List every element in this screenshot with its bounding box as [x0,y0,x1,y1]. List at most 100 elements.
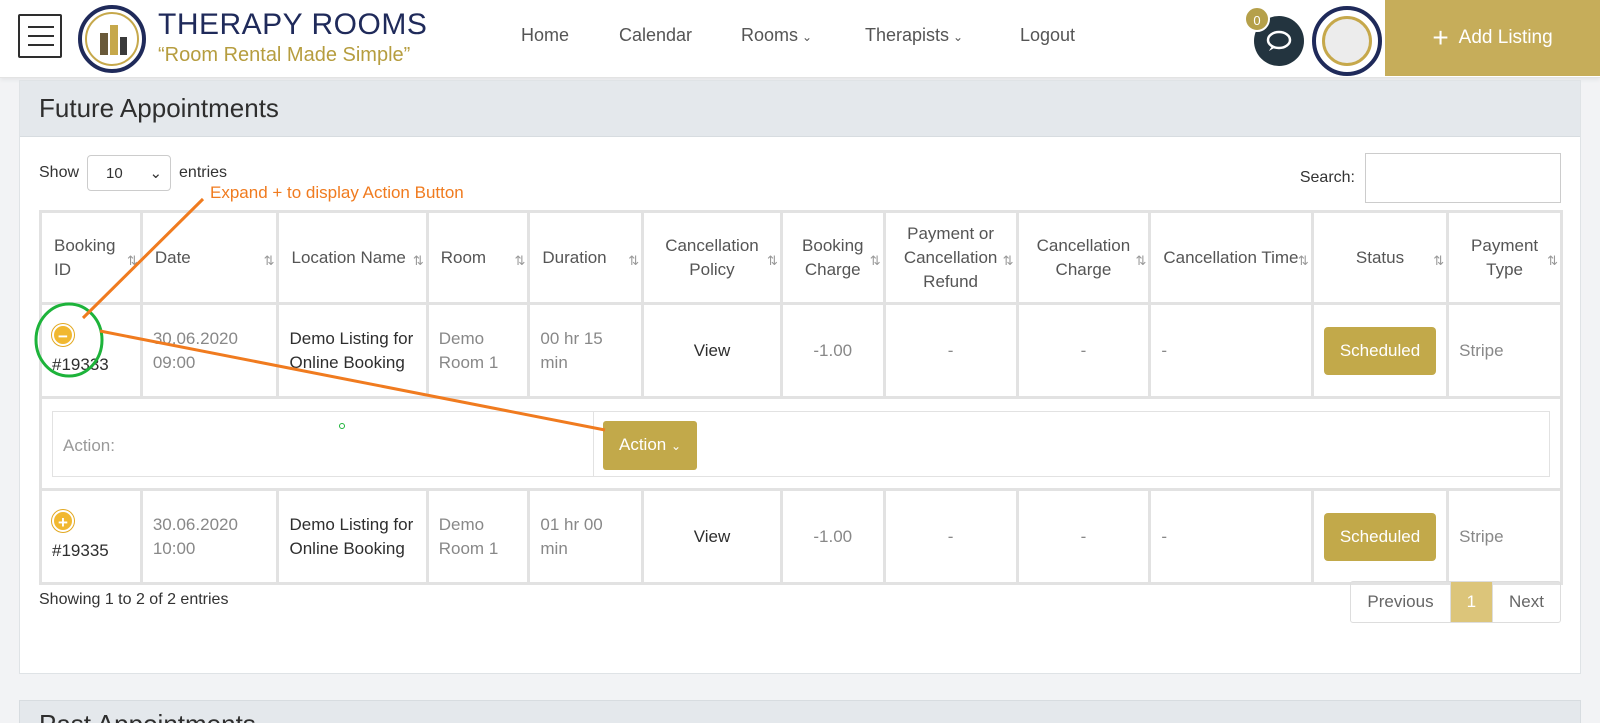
cancel-charge-cell: - [1015,302,1152,399]
brand-title: THERAPY ROOMS [158,8,428,41]
chevron-down-icon: ⌄ [802,30,813,44]
nav-rooms-label: Rooms [741,25,799,45]
cancel-time-cell: - [1148,302,1314,399]
col-refund[interactable]: Payment or Cancellation Refund ⇅ [882,210,1019,305]
nav-therapists-label: Therapists [865,25,950,45]
sort-icon: ⇅ [412,253,424,268]
policy-view-link[interactable]: View [641,488,783,585]
room-cell: Demo Room 1 [425,488,531,585]
chat-badge: 0 [1244,6,1270,32]
col-status[interactable]: Status ⇅ [1310,210,1450,305]
card-title: Future Appointments [20,81,1580,137]
duration-cell: 00 hr 15 min [527,302,645,399]
nav-home[interactable]: Home [521,25,569,46]
status-cell: Scheduled [1310,488,1450,585]
sort-icon: ⇅ [263,253,275,268]
sort-icon: ⇅ [514,253,525,268]
sort-icon: ⇅ [766,253,778,268]
refund-cell: - [882,488,1019,585]
sort-icon: ⇅ [869,253,881,268]
location-cell: Demo Listing for Online Booking [276,488,429,585]
charge-cell: -1.00 [779,488,886,585]
sort-icon: ⇅ [1002,253,1014,268]
chevron-down-icon: ⌄ [149,165,163,182]
sort-icon: ⇅ [126,253,138,268]
refund-cell: - [882,302,1019,399]
status-cell: Scheduled [1310,302,1450,399]
annotation-text: Expand + to display Action Button [210,183,464,202]
collapse-row-icon[interactable]: − [52,324,74,346]
nav-logout[interactable]: Logout [1020,25,1075,46]
table-row: + #19335 30.06.2020 10:00 Demo Listing f… [39,488,1563,585]
booking-id: #19335 [52,541,109,560]
sort-icon: ⇅ [1135,253,1146,268]
col-payment-type[interactable]: Payment Type ⇅ [1446,210,1563,305]
nav-rooms[interactable]: Rooms ⌄ [741,25,812,46]
booking-id-cell: − #19333 [39,302,143,399]
nav-therapists[interactable]: Therapists ⌄ [865,25,963,46]
chevron-down-icon: ⌄ [953,30,964,44]
col-cancellation-time[interactable]: Cancellation Time ⇅ [1148,210,1314,305]
col-location[interactable]: Location Name ⇅ [276,210,429,305]
future-appointments-card: Future Appointments Show 10 ⌄ entries Se… [19,80,1581,674]
sort-icon: ⇅ [1547,253,1558,268]
payment-cell: Stripe [1446,302,1563,399]
appointments-table: Booking ID ⇅ Date ⇅ Location Name ⇅ Room ⇅ D… [39,210,1563,585]
date-cell: 30.06.2020 10:00 [139,488,280,585]
pagination: Previous 1 Next [1350,581,1561,623]
chevron-down-icon: ⌄ [670,438,682,453]
pager-next[interactable]: Next [1493,582,1560,622]
logo[interactable] [78,5,146,73]
search-input[interactable] [1365,153,1561,203]
status-badge[interactable]: Scheduled [1323,326,1437,375]
sort-icon: ⇅ [628,253,639,268]
col-booking-id[interactable]: Booking ID ⇅ [39,210,143,305]
col-cancellation-charge[interactable]: Cancellation Charge ⇅ [1015,210,1152,305]
entries-value: 10 [106,164,123,182]
add-listing-label: Add Listing [1458,27,1553,48]
brand-subtitle: “Room Rental Made Simple” [158,44,411,66]
table-row: − #19333 30.06.2020 09:00 Demo Listing f… [39,302,1563,399]
charge-cell: -1.00 [779,302,886,399]
action-label: Action: [63,435,115,455]
col-room[interactable]: Room ⇅ [425,210,531,305]
show-label: Show [39,164,80,181]
sort-icon: ⇅ [1297,253,1309,268]
top-header: THERAPY ROOMS “Room Rental Made Simple” … [0,0,1600,78]
policy-view-link[interactable]: View [641,302,783,399]
add-listing-button[interactable]: + Add Listing [1385,0,1600,76]
child-row: Action: Action ⌄ [39,396,1563,491]
entries-select[interactable]: 10 ⌄ [87,155,172,191]
col-cancellation-policy[interactable]: Cancellation Policy ⇅ [641,210,783,305]
menu-icon[interactable] [18,14,62,58]
col-date[interactable]: Date ⇅ [139,210,280,305]
avatar[interactable] [1312,6,1382,76]
past-appointments-title: Past Appointments [19,700,1581,723]
entries-length: Show 10 ⌄ entries [39,155,227,191]
action-button-label: Action [619,434,667,454]
date-cell: 30.06.2020 09:00 [139,302,280,399]
entries-label: entries [179,164,228,181]
cancel-time-cell: - [1148,488,1314,585]
action-button[interactable]: Action ⌄ [603,420,698,470]
payment-cell: Stripe [1446,488,1563,585]
table-info: Showing 1 to 2 of 2 entries [39,591,229,608]
location-cell: Demo Listing for Online Booking [276,302,429,399]
nav-calendar[interactable]: Calendar [619,25,692,46]
booking-id-cell: + #19335 [39,488,143,585]
search-label: Search: [1299,169,1355,186]
pager-previous[interactable]: Previous [1351,582,1451,622]
status-badge[interactable]: Scheduled [1323,512,1437,561]
cancel-charge-cell: - [1015,488,1152,585]
pager-page-1[interactable]: 1 [1450,582,1494,622]
child-cell: Action: Action ⌄ [39,396,1563,491]
booking-id: #19333 [52,355,109,374]
col-duration[interactable]: Duration ⇅ [527,210,645,305]
search-box: Search: [1300,153,1561,203]
plus-icon: + [1432,22,1449,53]
expand-row-icon[interactable]: + [52,510,74,532]
col-booking-charge[interactable]: Booking Charge ⇅ [779,210,886,305]
room-cell: Demo Room 1 [425,302,531,399]
duration-cell: 01 hr 00 min [527,488,645,585]
sort-icon: ⇅ [1433,253,1444,268]
